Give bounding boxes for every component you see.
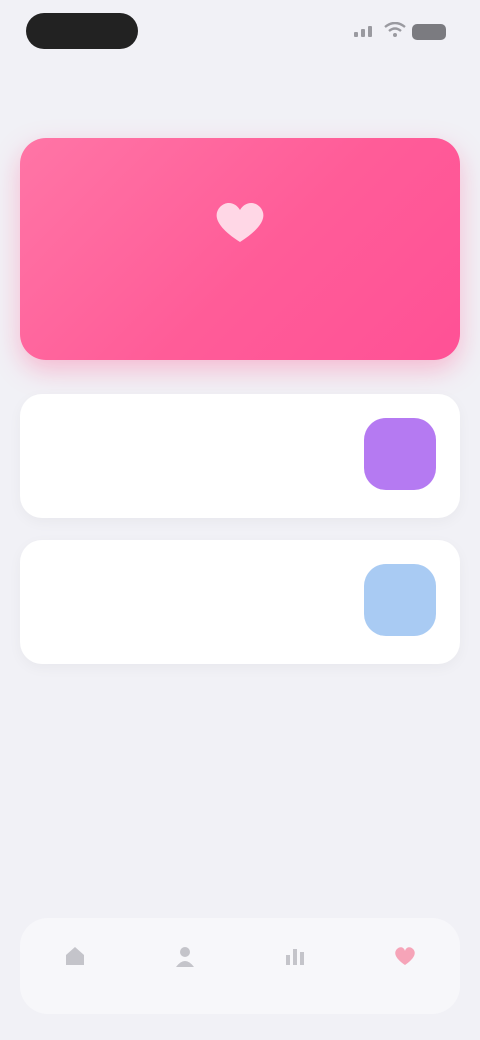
tab-profile[interactable] xyxy=(145,926,225,1006)
home-icon xyxy=(66,947,84,965)
battery-icon xyxy=(412,24,446,40)
dynamic-island xyxy=(26,13,138,49)
chart-icon xyxy=(286,949,304,965)
list-card[interactable] xyxy=(20,394,460,518)
heart-icon xyxy=(395,947,415,965)
status-bar xyxy=(0,0,480,64)
list-card[interactable] xyxy=(20,540,460,664)
tab-stats[interactable] xyxy=(255,926,335,1006)
tab-favorites[interactable] xyxy=(365,926,445,1006)
page-title xyxy=(0,72,480,102)
tab-home[interactable] xyxy=(35,926,115,1006)
tab-bar xyxy=(20,918,460,1014)
person-icon xyxy=(176,947,194,967)
card-badge xyxy=(364,564,436,636)
app-screen xyxy=(0,0,480,1040)
hero-card[interactable] xyxy=(20,138,460,360)
signal-icon xyxy=(354,26,372,37)
hero-caption xyxy=(0,258,480,276)
heart-icon xyxy=(216,203,264,242)
card-badge xyxy=(364,418,436,490)
wifi-icon xyxy=(384,22,406,37)
